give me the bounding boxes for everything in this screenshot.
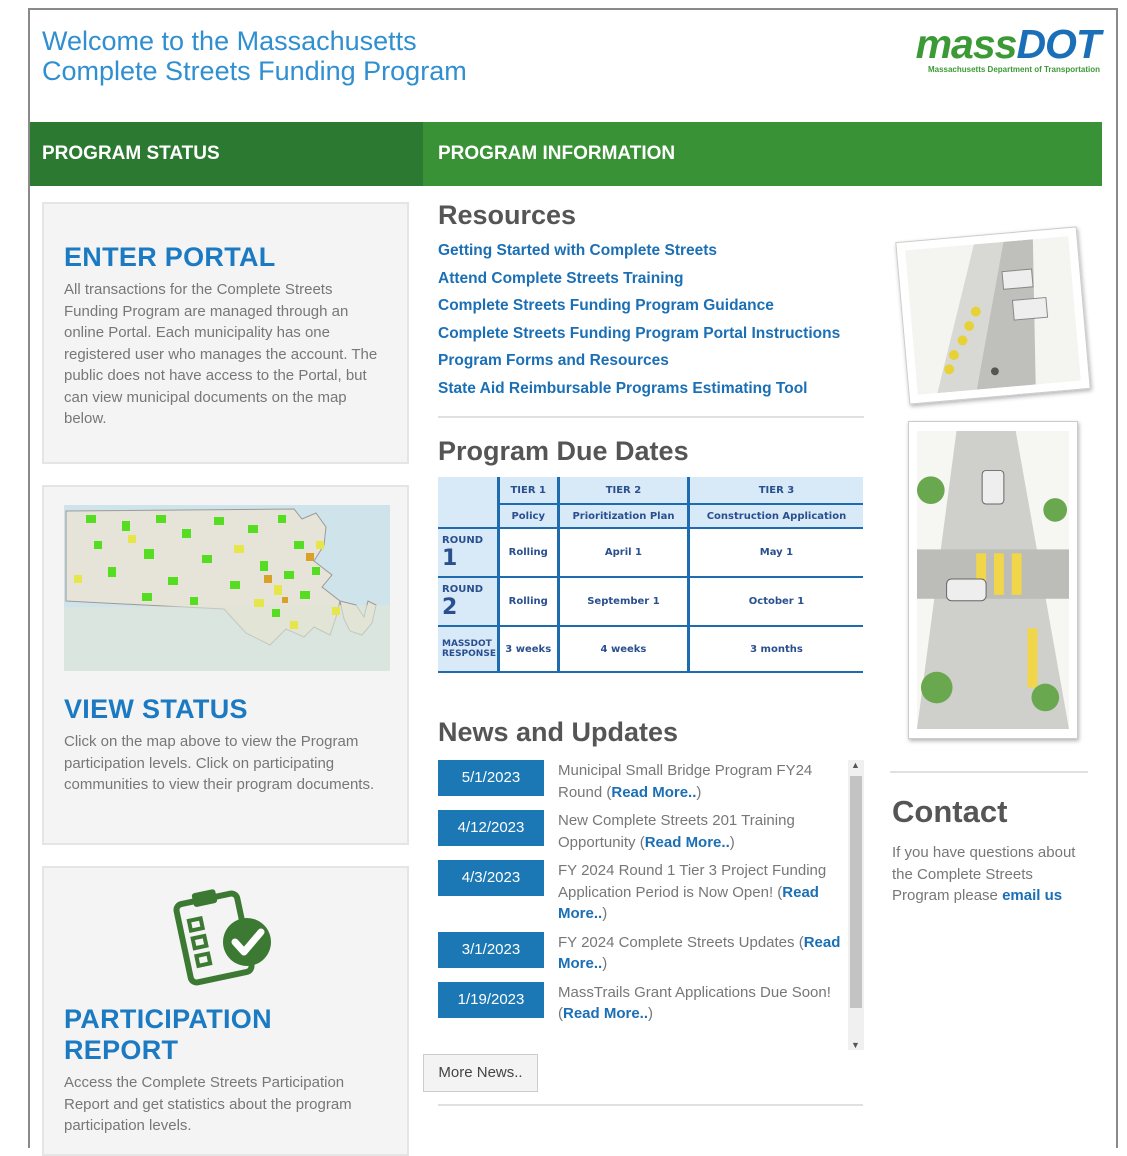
contact-section: Contact If you have questions about the …	[892, 794, 1090, 907]
page-frame: Welcome to the Massachusetts Complete St…	[28, 8, 1118, 1156]
tier-header: TIER 2	[558, 477, 690, 505]
news-text: Municipal Small Bridge Program FY24 Roun…	[558, 762, 813, 801]
participation-report-card[interactable]: PARTICIPATION REPORT Access the Complete…	[42, 866, 409, 1156]
round-number: 1	[442, 545, 458, 571]
read-more-link[interactable]: Read More..	[563, 1005, 648, 1022]
tier-header: TIER 1	[498, 477, 560, 505]
due-dates-title: Program Due Dates	[438, 436, 689, 466]
resource-link-guidance[interactable]: Complete Streets Funding Program Guidanc…	[438, 292, 864, 320]
table-cell: October 1	[688, 577, 863, 627]
participation-report-text: Access the Complete Streets Participatio…	[64, 1074, 352, 1134]
intersection-illustration-image	[908, 421, 1078, 739]
clipboard-check-icon[interactable]	[171, 880, 281, 990]
round-number: 2	[442, 594, 458, 620]
round-1-label: ROUND 1	[438, 528, 500, 578]
resources-list: Getting Started with Complete Streets At…	[438, 237, 864, 402]
table-cell: Rolling	[498, 577, 560, 627]
program-information-header: PROGRAM INFORMATION	[423, 122, 1102, 186]
program-information-column: Resources Getting Started with Complete …	[423, 186, 864, 1106]
news-list[interactable]: 5/1/2023 Municipal Small Bridge Program …	[423, 760, 864, 1106]
logo-mark: massDOT	[895, 21, 1101, 67]
resource-link-estimating-tool[interactable]: State Aid Reimbursable Programs Estimati…	[438, 375, 864, 403]
news-scrollbar[interactable]: ▲ ▼	[848, 760, 864, 1050]
table-cell: 3 weeks	[498, 626, 560, 673]
page-title: Welcome to the Massachusetts Complete St…	[42, 26, 467, 86]
round-label: ROUND	[442, 583, 483, 595]
news-item: 5/1/2023 Municipal Small Bridge Program …	[438, 760, 864, 803]
page-title-line1: Welcome to the Massachusetts	[42, 26, 417, 56]
round-2-label: ROUND 2	[438, 577, 500, 627]
scroll-down-icon[interactable]: ▼	[851, 1040, 860, 1050]
table-corner-cell	[438, 477, 500, 529]
enter-portal-link[interactable]: ENTER PORTAL	[64, 242, 387, 273]
news-text: FY 2024 Round 1 Tier 3 Project Funding A…	[558, 862, 827, 922]
tier-subheader: Construction Application	[688, 504, 863, 529]
resource-link-portal-instructions[interactable]: Complete Streets Funding Program Portal …	[438, 320, 864, 348]
view-status-text: Click on the map above to view the Progr…	[64, 733, 375, 793]
massdot-logo[interactable]: massDOT Massachusetts Department of Tran…	[895, 21, 1101, 75]
resources-title: Resources	[438, 200, 577, 230]
news-item: 3/1/2023 FY 2024 Complete Streets Update…	[438, 931, 864, 975]
street-illustration-image	[895, 226, 1091, 405]
email-us-link[interactable]: email us	[1002, 887, 1062, 904]
resource-link-training[interactable]: Attend Complete Streets Training	[438, 265, 864, 293]
read-more-link[interactable]: Read More..	[645, 834, 730, 851]
enter-portal-text: All transactions for the Complete Street…	[64, 281, 378, 427]
tier-subheader: Policy	[498, 504, 560, 529]
massachusetts-map-image[interactable]	[64, 505, 390, 671]
resource-link-forms[interactable]: Program Forms and Resources	[438, 347, 864, 375]
news-item: 4/3/2023 FY 2024 Round 1 Tier 3 Project …	[438, 860, 864, 925]
enter-portal-card[interactable]: ENTER PORTAL All transactions for the Co…	[42, 202, 409, 464]
divider	[438, 416, 864, 418]
table-cell: May 1	[688, 528, 863, 578]
news-date-button[interactable]: 4/3/2023	[438, 860, 544, 896]
news-item: 1/19/2023 MassTrails Grant Applications …	[438, 981, 864, 1025]
news-text: MassTrails Grant Applications Due Soon! …	[558, 983, 831, 1023]
resource-link-getting-started[interactable]: Getting Started with Complete Streets	[438, 237, 864, 265]
tier-subheader: Prioritization Plan	[558, 504, 690, 529]
scroll-up-icon[interactable]: ▲	[851, 760, 860, 770]
divider	[438, 1104, 863, 1106]
more-news-button[interactable]: More News..	[423, 1054, 538, 1092]
response-label: MASSDOT RESPONSE	[438, 626, 500, 673]
tier-header: TIER 3	[688, 477, 863, 505]
page-title-line2: Complete Streets Funding Program	[42, 56, 467, 86]
news-item: 4/12/2023 New Complete Streets 201 Train…	[438, 810, 864, 853]
news-date-button[interactable]: 4/12/2023	[438, 810, 544, 846]
due-dates-table: TIER 1 TIER 2 TIER 3 Policy Prioritizati…	[438, 477, 863, 673]
news-headline: FY 2024 Complete Streets Updates (	[558, 933, 804, 951]
news-text: New Complete Streets 201 Training Opport…	[558, 812, 795, 851]
table-cell: 3 months	[688, 626, 863, 673]
news-text: FY 2024 Complete Streets Updates (Read M…	[558, 933, 841, 973]
view-status-card[interactable]: VIEW STATUS Click on the map above to vi…	[42, 485, 409, 845]
logo-mark-mass: mass	[915, 21, 1018, 67]
scrollbar-thumb[interactable]	[850, 776, 862, 1008]
round-label: ROUND	[442, 534, 483, 546]
program-status-header: PROGRAM STATUS	[30, 122, 423, 186]
contact-title: Contact	[892, 794, 1008, 829]
news-date-button[interactable]: 3/1/2023	[438, 931, 544, 968]
contact-text: If you have questions about the Complete…	[892, 842, 1090, 907]
view-status-link[interactable]: VIEW STATUS	[64, 694, 387, 725]
participation-report-link[interactable]: PARTICIPATION REPORT	[64, 1004, 387, 1066]
read-more-link[interactable]: Read More..	[611, 784, 696, 801]
table-cell: Rolling	[498, 528, 560, 578]
divider	[890, 771, 1088, 773]
logo-mark-dot: DOT	[1016, 21, 1101, 67]
table-cell: September 1	[558, 577, 690, 627]
table-cell: 4 weeks	[558, 626, 690, 673]
table-cell: April 1	[558, 528, 690, 578]
news-title: News and Updates	[438, 717, 679, 747]
news-date-button[interactable]: 5/1/2023	[438, 760, 544, 796]
news-date-button[interactable]: 1/19/2023	[438, 981, 544, 1018]
